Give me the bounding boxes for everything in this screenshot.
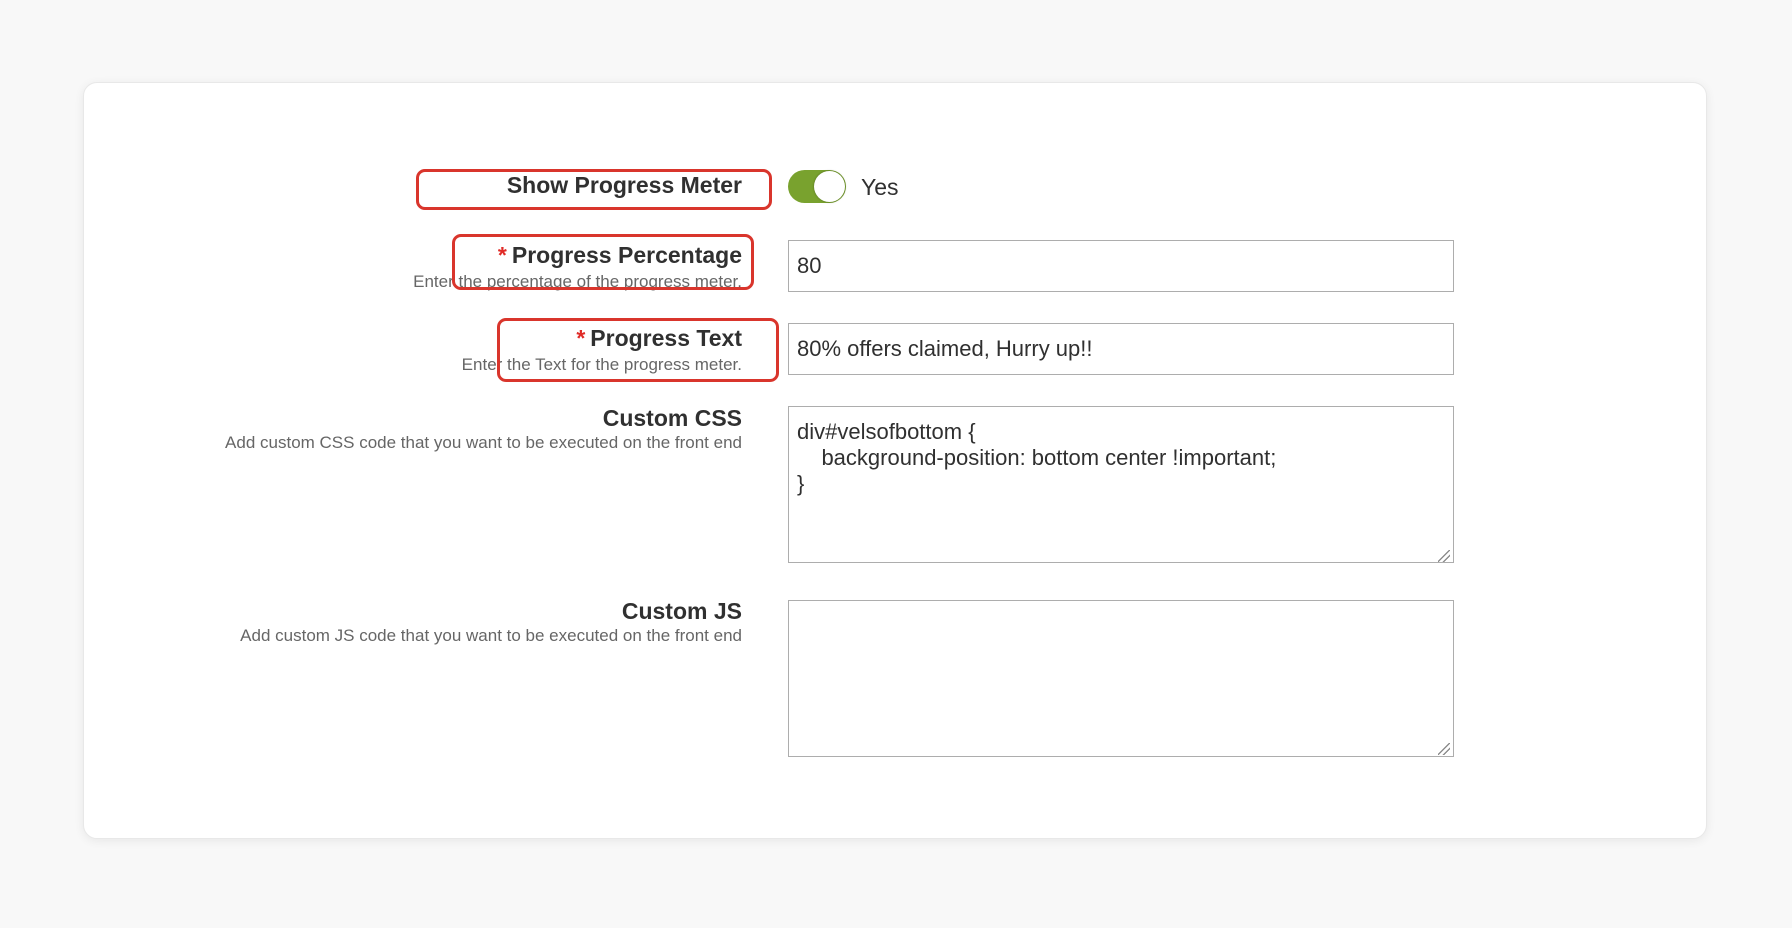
progress-percentage-input[interactable]: [788, 240, 1454, 292]
progress-text-input[interactable]: [788, 323, 1454, 375]
custom-css-textarea[interactable]: div#velsofbottom { background-position: …: [788, 406, 1454, 563]
progress-percentage-label: * Progress Percentage: [498, 242, 742, 269]
progress-text-hint: Enter the Text for the progress meter.: [461, 355, 742, 374]
custom-js-label: Custom JS: [622, 598, 742, 625]
custom-css-label-text: Custom CSS: [602, 405, 742, 431]
progress-percentage-label-text: Progress Percentage: [511, 242, 742, 268]
progress-text-label-text: Progress Text: [590, 325, 742, 351]
custom-js-textarea[interactable]: [788, 600, 1454, 757]
show-progress-meter-label: Show Progress Meter: [507, 172, 742, 199]
resize-handle-icon[interactable]: [1438, 743, 1450, 755]
custom-js-label-text: Custom JS: [621, 598, 742, 624]
show-progress-meter-label-text: Show Progress Meter: [506, 172, 742, 198]
toggle-knob: [814, 171, 845, 202]
resize-handle-icon[interactable]: [1438, 550, 1450, 562]
progress-text-label: * Progress Text: [576, 325, 742, 352]
custom-js-hint: Add custom JS code that you want to be e…: [240, 626, 742, 645]
show-progress-meter-value: Yes: [861, 174, 899, 200]
custom-css-label: Custom CSS: [603, 405, 742, 432]
required-mark: *: [576, 325, 586, 351]
show-progress-meter-toggle[interactable]: [788, 170, 846, 203]
custom-css-hint: Add custom CSS code that you want to be …: [225, 433, 742, 452]
required-mark: *: [497, 242, 507, 268]
progress-percentage-hint: Enter the percentage of the progress met…: [413, 272, 742, 291]
